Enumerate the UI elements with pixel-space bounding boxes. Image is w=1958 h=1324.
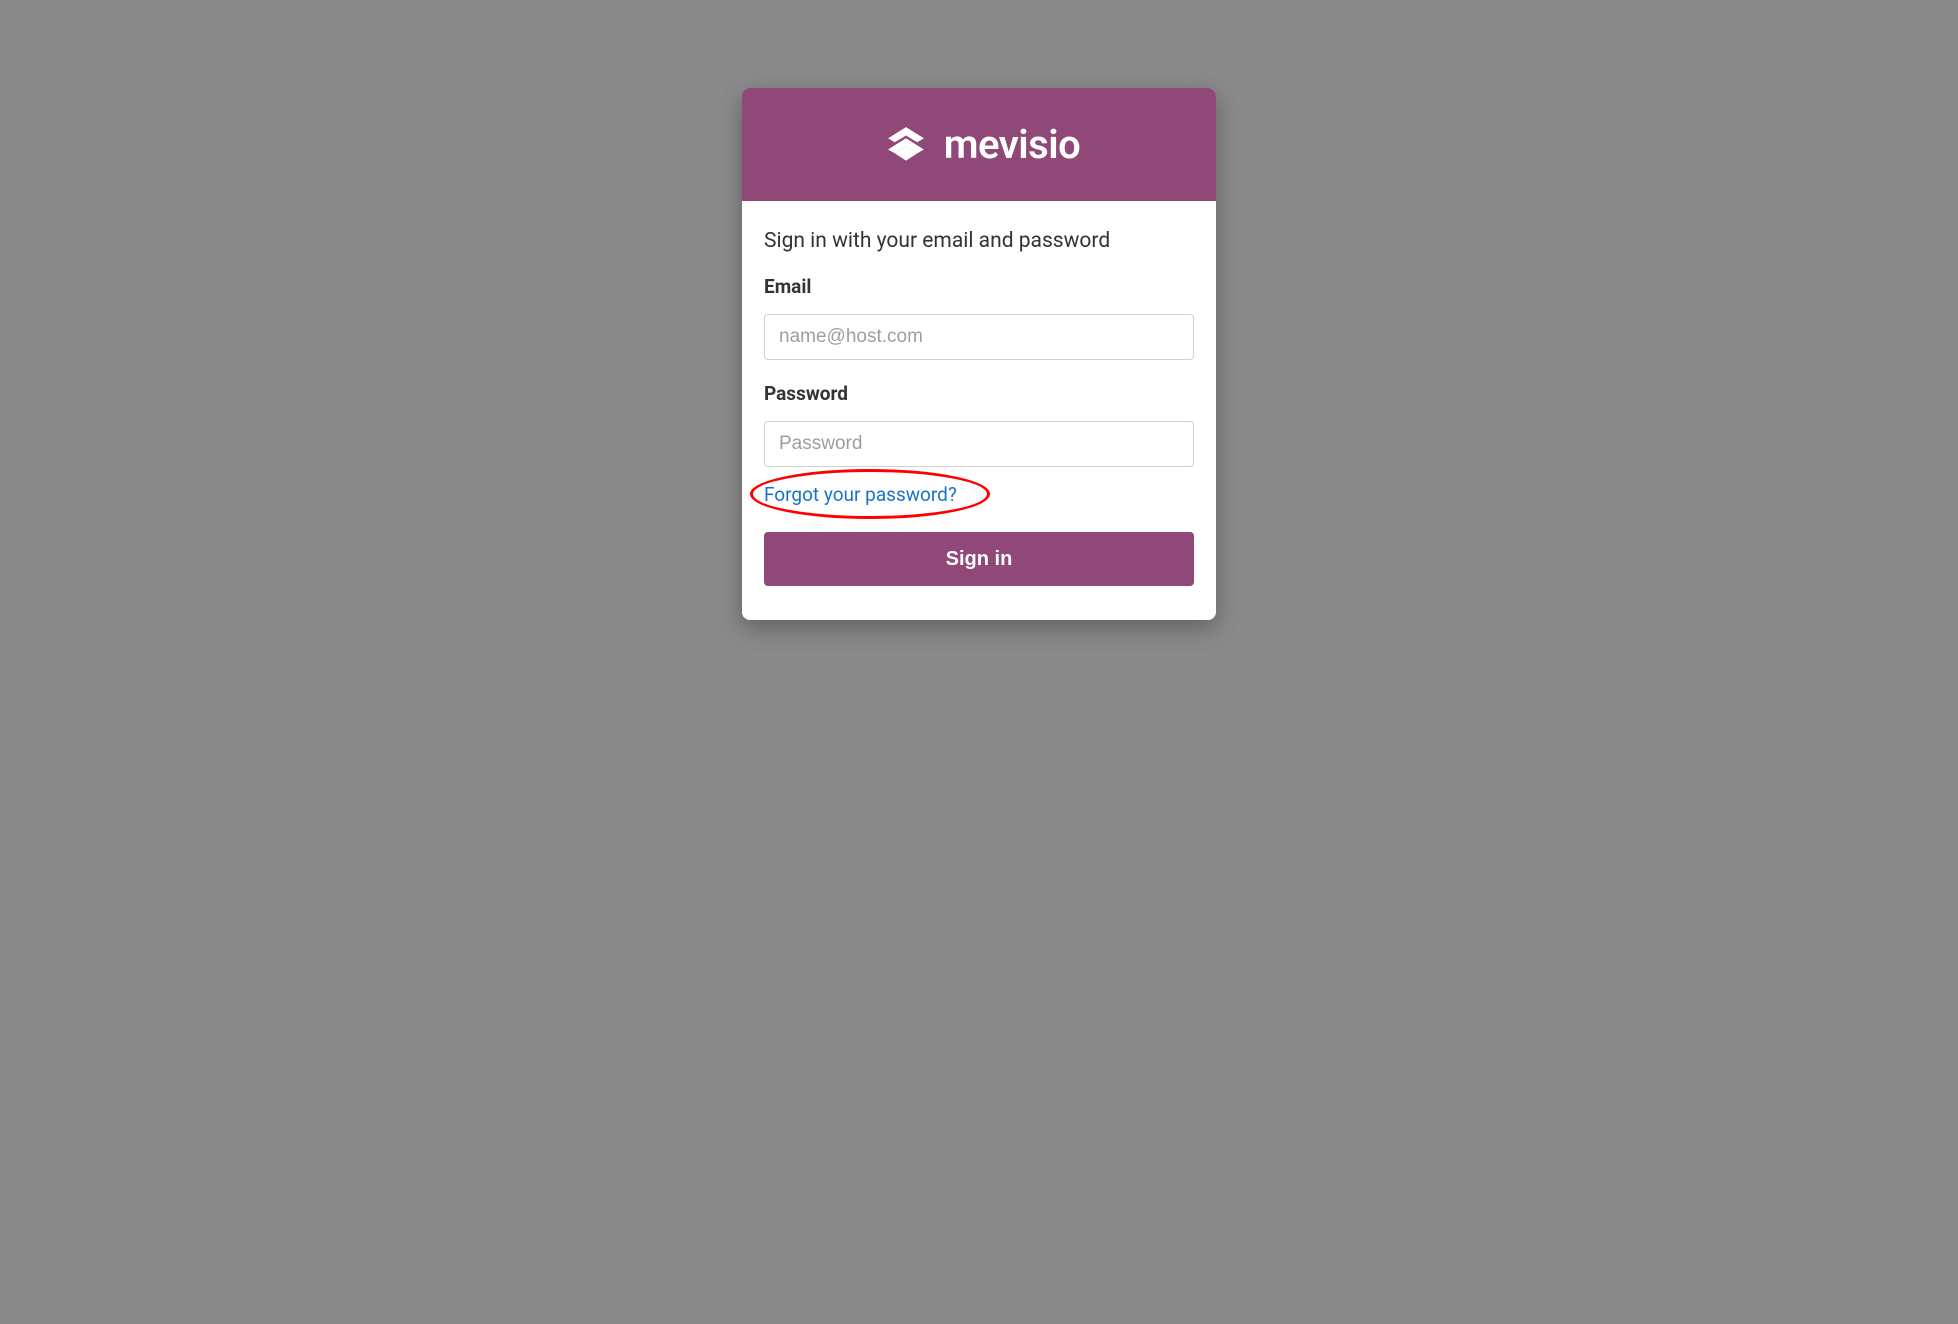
mevisio-logo-icon xyxy=(878,117,934,173)
brand-name: mevisio xyxy=(944,121,1081,168)
login-card: mevisio Sign in with your email and pass… xyxy=(742,88,1216,620)
forgot-password-link[interactable]: Forgot your password? xyxy=(764,483,957,506)
card-header: mevisio xyxy=(742,88,1216,201)
email-field[interactable] xyxy=(764,314,1194,360)
email-label: Email xyxy=(764,275,1194,298)
password-field[interactable] xyxy=(764,421,1194,467)
forgot-link-container: Forgot your password? xyxy=(764,483,1194,506)
brand-logo: mevisio xyxy=(878,117,1081,173)
card-body: Sign in with your email and password Ema… xyxy=(742,201,1216,620)
signin-button[interactable]: Sign in xyxy=(764,532,1194,586)
password-label: Password xyxy=(764,382,1194,405)
form-heading: Sign in with your email and password xyxy=(764,229,1194,253)
